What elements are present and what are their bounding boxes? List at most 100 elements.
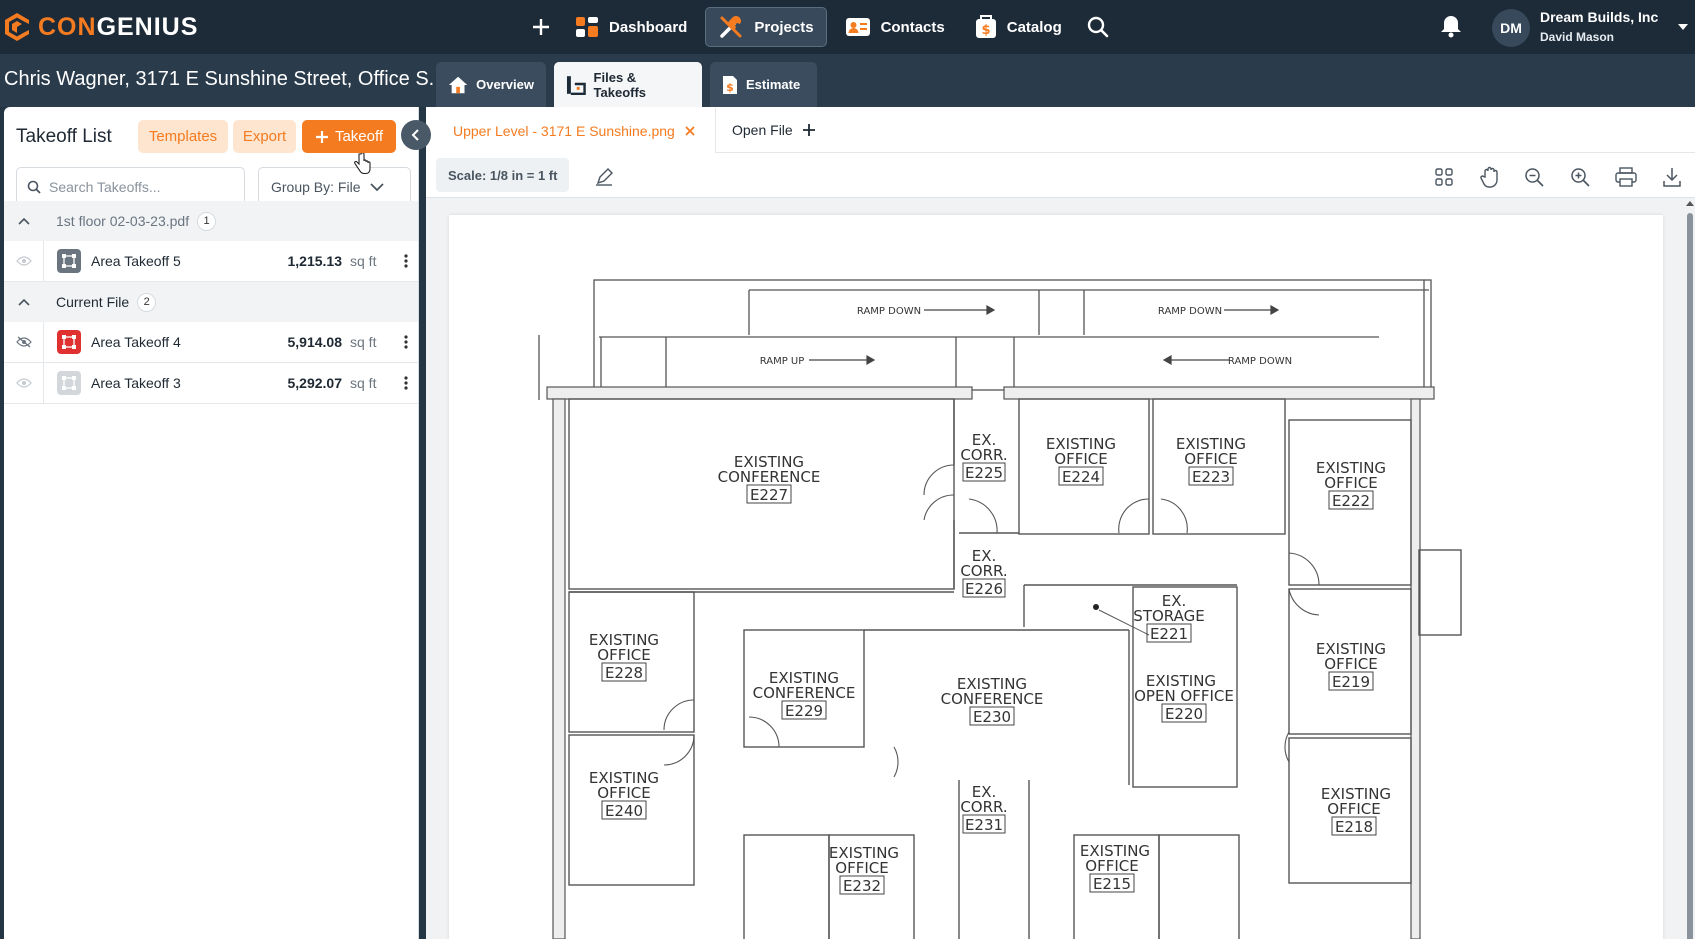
blueprint-icon: [566, 75, 586, 95]
drawing-canvas[interactable]: RAMP DOWN RAMP DOWN RAMP UP RAMP DOWN EX…: [426, 198, 1695, 939]
pencil-icon: [596, 168, 613, 186]
takeoff-group-header[interactable]: Current File 2: [4, 282, 418, 322]
project-header: Chris Wagner, 3171 E Sunshine Street, Of…: [0, 54, 1695, 107]
nav-contacts[interactable]: Contacts: [833, 7, 957, 47]
user-avatar[interactable]: DM: [1492, 9, 1530, 47]
nav-projects[interactable]: Projects: [705, 7, 827, 47]
svg-text:E227: E227: [750, 486, 788, 504]
visibility-toggle[interactable]: [4, 240, 44, 282]
svg-text:E221: E221: [1150, 625, 1188, 643]
nav-dashboard[interactable]: Dashboard: [563, 7, 699, 47]
more-options-button[interactable]: [396, 254, 416, 268]
takeoff-list-title: Takeoff List: [16, 126, 112, 147]
pan-tool-button[interactable]: [1476, 163, 1504, 191]
project-title: Chris Wagner, 3171 E Sunshine Street, Of…: [4, 68, 446, 90]
takeoff-row[interactable]: Area Takeoff 4 5,914.08 sq ft: [4, 321, 418, 363]
svg-text:CONFERENCE: CONFERENCE: [753, 684, 856, 702]
svg-text:E219: E219: [1332, 673, 1370, 691]
room-label: EXISTINGCONFERENCE E230: [941, 675, 1044, 726]
visibility-toggle[interactable]: [4, 362, 44, 404]
svg-text:E224: E224: [1062, 468, 1100, 486]
account-caret[interactable]: [1678, 24, 1688, 30]
room-label: EXISTINGOFFICE E224: [1046, 435, 1116, 486]
takeoff-row[interactable]: Area Takeoff 5 1,215.13 sq ft: [4, 240, 418, 282]
tab-files-takeoffs[interactable]: Files & Takeoffs: [554, 62, 702, 107]
svg-text:STORAGE: STORAGE: [1133, 607, 1204, 625]
takeoff-name: Area Takeoff 4: [91, 334, 181, 350]
svg-text:OFFICE: OFFICE: [1324, 655, 1377, 673]
scale-indicator[interactable]: Scale: 1/8 in = 1 ft: [436, 158, 570, 192]
svg-text:E222: E222: [1332, 492, 1370, 510]
svg-text:OFFICE: OFFICE: [597, 646, 650, 664]
tab-overview[interactable]: Overview: [436, 62, 546, 107]
print-button[interactable]: [1612, 163, 1640, 191]
export-button[interactable]: Export: [233, 120, 296, 153]
dashboard-icon: [576, 17, 598, 37]
nav-dashboard-label: Dashboard: [609, 18, 688, 36]
logo-suffix: GENIUS: [96, 12, 199, 41]
room-label: EX.CORR. E225: [960, 431, 1007, 482]
nav-catalog[interactable]: $ Catalog: [963, 7, 1074, 47]
takeoff-search-input[interactable]: [49, 179, 229, 195]
room-label: EXISTINGOFFICE E232: [829, 844, 899, 895]
download-button[interactable]: [1658, 163, 1686, 191]
svg-text:E230: E230: [973, 708, 1011, 726]
takeoff-group-header[interactable]: 1st floor 02-03-23.pdf 1: [4, 201, 418, 241]
svg-text:OFFICE: OFFICE: [597, 784, 650, 802]
global-search-button[interactable]: [1080, 9, 1116, 45]
add-takeoff-button[interactable]: Takeoff: [302, 120, 396, 153]
takeoff-unit: sq ft: [350, 334, 377, 350]
blueprint-sheet[interactable]: RAMP DOWN RAMP DOWN RAMP UP RAMP DOWN EX…: [449, 215, 1663, 939]
svg-text:OFFICE: OFFICE: [835, 859, 888, 877]
zoom-out-button[interactable]: [1520, 163, 1548, 191]
takeoff-quantity: 5,292.07: [287, 375, 343, 391]
room-label: EXISTINGOFFICE E228: [589, 631, 659, 682]
room-label: EXISTINGOFFICE E215: [1080, 842, 1150, 893]
add-takeoff-label: Takeoff: [334, 128, 384, 145]
zoom-in-button[interactable]: [1566, 163, 1594, 191]
eye-icon: [15, 256, 32, 266]
file-tab-bar: Upper Level - 3171 E Sunshine.png Open F…: [426, 107, 1695, 153]
close-icon[interactable]: [685, 126, 695, 136]
account-menu[interactable]: Dream Builds, Inc David Mason: [1540, 9, 1658, 44]
home-icon: [448, 76, 468, 93]
svg-text:OFFICE: OFFICE: [1054, 450, 1107, 468]
chevron-up-icon[interactable]: [4, 217, 44, 225]
tab-estimate[interactable]: $ Estimate: [710, 62, 817, 107]
takeoff-unit: sq ft: [350, 375, 377, 391]
collapse-panel-button[interactable]: [401, 120, 431, 150]
fit-view-button[interactable]: [1430, 163, 1458, 191]
open-file-button[interactable]: Open File: [718, 107, 815, 153]
mouse-pointer-icon: [353, 153, 371, 175]
kebab-menu-icon: [404, 335, 408, 349]
takeoff-quantity: 1,215.13: [287, 253, 343, 269]
takeoff-name: Area Takeoff 5: [91, 253, 181, 269]
takeoff-row[interactable]: Area Takeoff 3 5,292.07 sq ft: [4, 362, 418, 404]
file-viewer: Upper Level - 3171 E Sunshine.png Open F…: [426, 107, 1695, 939]
scrollbar-thumb[interactable]: [1687, 213, 1693, 939]
svg-text:E229: E229: [785, 702, 823, 720]
room-label: EXISTINGOFFICE E240: [589, 769, 659, 820]
svg-text:E220: E220: [1165, 705, 1203, 723]
svg-text:CORR.: CORR.: [960, 446, 1007, 464]
download-icon: [1663, 168, 1681, 187]
more-options-button[interactable]: [396, 335, 416, 349]
quick-add-button[interactable]: [525, 11, 557, 43]
room-label: EXISTINGOFFICE E218: [1321, 785, 1391, 836]
notifications-button[interactable]: [1440, 14, 1462, 38]
room-label: EXISTINGOFFICE E219: [1316, 640, 1386, 691]
congenius-logo[interactable]: CONGENIUS: [2, 11, 232, 43]
templates-button[interactable]: Templates: [138, 120, 228, 153]
zoom-in-icon: [1571, 168, 1590, 187]
group-by-value: Group By: File: [271, 179, 361, 195]
svg-text:E228: E228: [605, 664, 643, 682]
visibility-toggle[interactable]: [4, 321, 44, 363]
kebab-menu-icon: [404, 254, 408, 268]
calibrate-scale-button[interactable]: [590, 163, 618, 191]
chevron-up-icon[interactable]: [4, 298, 44, 306]
scroll-up-icon[interactable]: [1685, 198, 1695, 208]
vertical-scrollbar[interactable]: [1685, 198, 1695, 939]
more-options-button[interactable]: [396, 376, 416, 390]
file-tab-active[interactable]: Upper Level - 3171 E Sunshine.png: [426, 107, 716, 153]
svg-text:E223: E223: [1192, 468, 1230, 486]
